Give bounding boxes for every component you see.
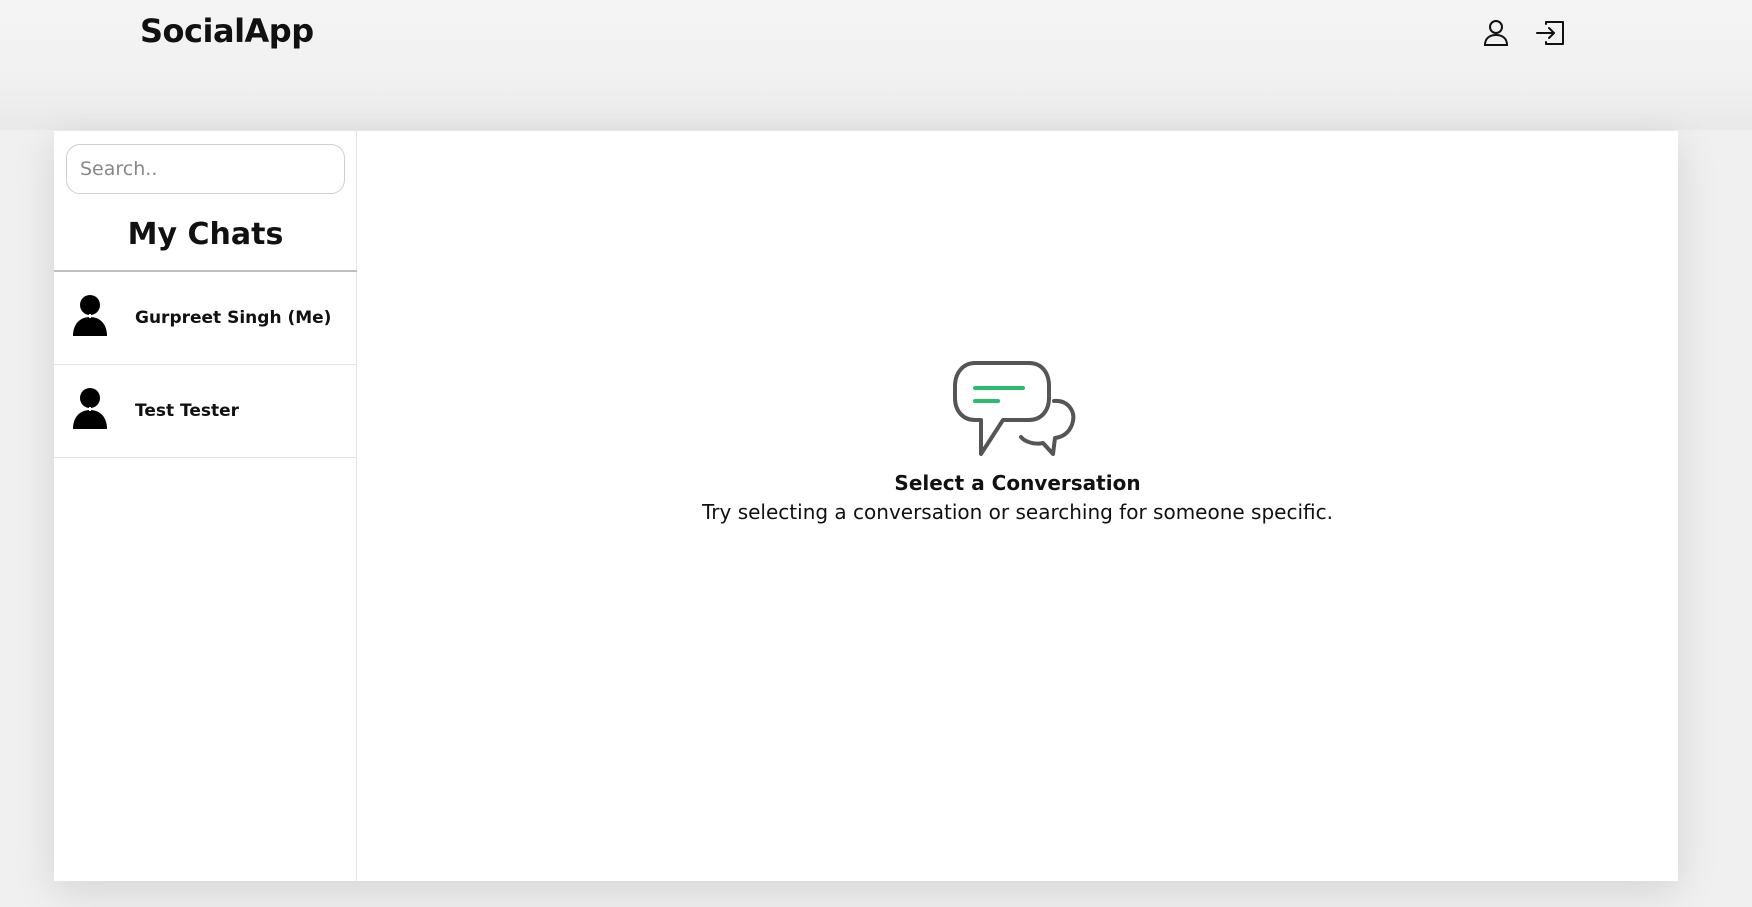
chat-list: Gurpreet Singh (Me) Test Tester (54, 272, 357, 458)
user-profile-icon[interactable] (1477, 14, 1515, 52)
logout-icon[interactable] (1531, 14, 1569, 52)
search-input[interactable] (66, 144, 345, 194)
chat-item-test-tester[interactable]: Test Tester (54, 365, 357, 458)
empty-state-subtitle: Try selecting a conversation or searchin… (702, 500, 1333, 524)
my-chats-heading: My Chats (127, 217, 284, 252)
chat-item-name: Gurpreet Singh (Me) (135, 308, 332, 328)
top-bar: SocialApp (0, 0, 1752, 130)
empty-state-title: Select a Conversation (894, 471, 1141, 495)
chat-bubbles-icon (952, 361, 1075, 456)
avatar-icon (73, 295, 107, 336)
conversation-area: Select a Conversation Try selecting a co… (357, 131, 1678, 881)
brand-logo[interactable]: SocialApp (140, 12, 314, 50)
chat-panel: My Chats Gurpreet Singh (Me) Test Tester (54, 131, 1678, 881)
avatar-icon (73, 388, 107, 429)
chat-sidebar: My Chats Gurpreet Singh (Me) Test Tester (54, 131, 357, 881)
chat-item-gurpreet-singh[interactable]: Gurpreet Singh (Me) (54, 272, 357, 365)
chat-item-name: Test Tester (135, 401, 240, 421)
empty-state: Select a Conversation Try selecting a co… (357, 361, 1678, 524)
